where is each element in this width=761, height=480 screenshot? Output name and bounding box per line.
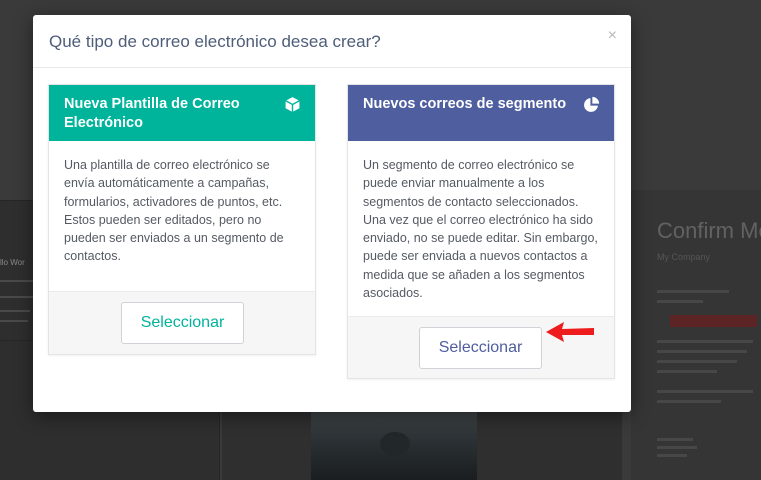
background-text-line bbox=[657, 350, 747, 353]
background-text-line bbox=[657, 400, 721, 403]
email-type-modal: Qué tipo de correo electrónico desea cre… bbox=[33, 15, 631, 412]
background-text-line bbox=[657, 360, 737, 363]
background-text-line bbox=[657, 438, 693, 441]
template-email-card-title: Nueva Plantilla de Correo Electrónico bbox=[64, 96, 240, 131]
template-email-card: Nueva Plantilla de Correo Electrónico Un… bbox=[48, 84, 316, 355]
segment-email-card-title: Nuevos correos de segmento bbox=[363, 96, 567, 112]
template-email-description: Una plantilla de correo electrónico se e… bbox=[64, 158, 284, 264]
background-text-line bbox=[0, 310, 30, 312]
background-text-line bbox=[657, 300, 703, 303]
cube-icon bbox=[285, 97, 300, 112]
background-text-line bbox=[0, 280, 34, 282]
close-icon[interactable]: × bbox=[608, 28, 617, 44]
background-text-line bbox=[657, 390, 753, 393]
segment-email-description: Un segmento de correo electrónico se pue… bbox=[363, 158, 598, 301]
modal-title: Qué tipo de correo electrónico desea cre… bbox=[49, 32, 381, 51]
template-email-card-header: Nueva Plantilla de Correo Electrónico bbox=[49, 85, 315, 141]
segment-email-card-header: Nuevos correos de segmento bbox=[348, 85, 614, 141]
background-text-line bbox=[657, 290, 729, 293]
background-text-line bbox=[657, 454, 687, 457]
select-segment-button[interactable]: Seleccionar bbox=[419, 327, 542, 369]
modal-header: Qué tipo de correo electrónico desea cre… bbox=[33, 15, 631, 68]
background-company: My Company bbox=[657, 252, 711, 262]
background-text-line bbox=[657, 370, 717, 373]
background-confirm-title: Confirm Me bbox=[657, 218, 761, 243]
background-image-detail bbox=[380, 432, 410, 456]
background-text-line bbox=[657, 446, 697, 449]
red-arrow-icon bbox=[546, 322, 594, 342]
background-text-line bbox=[0, 320, 28, 322]
background-text-line bbox=[657, 340, 753, 343]
background-left-text: llo Wor bbox=[0, 258, 25, 267]
pie-chart-icon bbox=[584, 96, 600, 112]
select-template-button[interactable]: Seleccionar bbox=[121, 302, 244, 344]
template-email-card-footer: Seleccionar bbox=[49, 291, 315, 354]
background-red-button bbox=[670, 315, 757, 327]
